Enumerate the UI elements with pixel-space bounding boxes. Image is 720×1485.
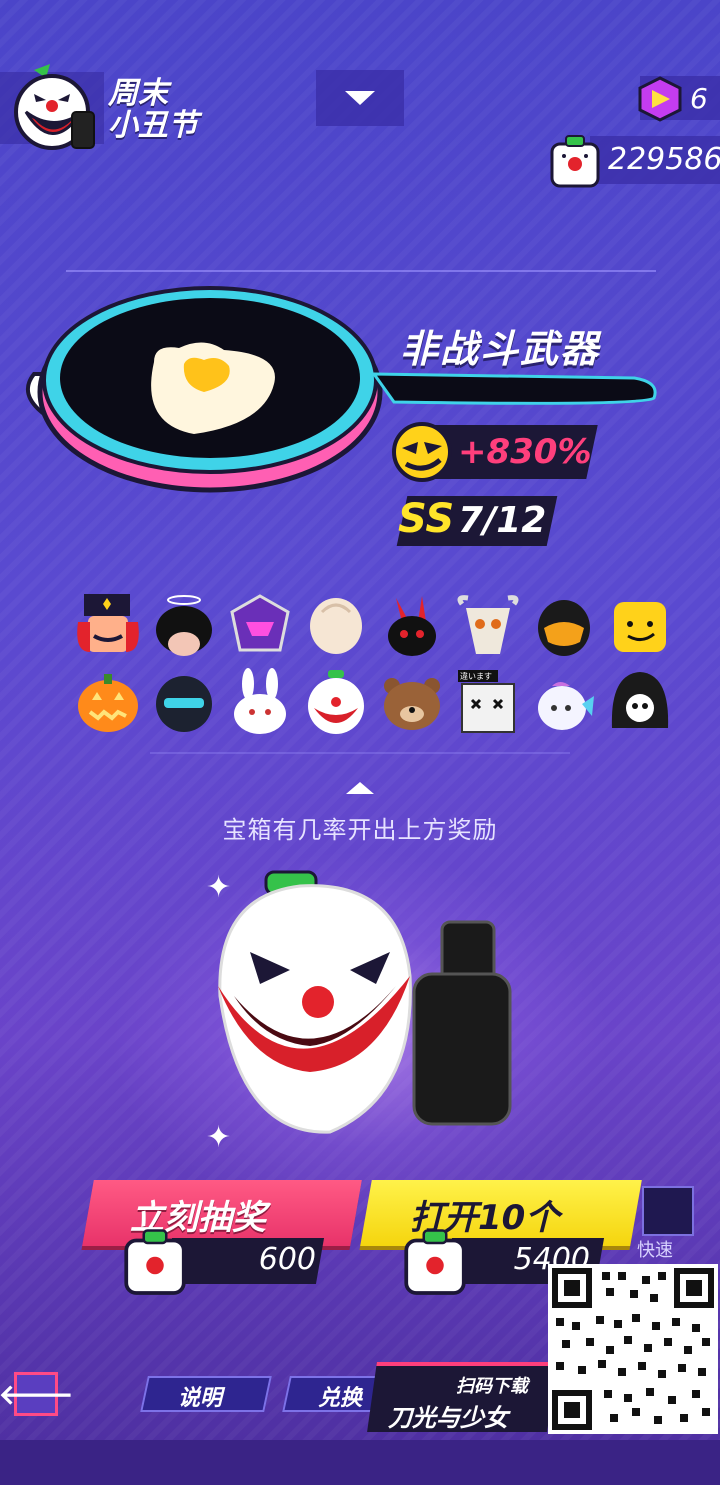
yellow-block-head-icon: [614, 602, 666, 652]
bear-head-icon: [384, 678, 440, 730]
white-bunny-head-icon: [234, 668, 286, 734]
fast-checkbox[interactable]: [642, 1186, 694, 1236]
qr-code[interactable]: [548, 1264, 718, 1434]
coin-count: 229586: [608, 142, 720, 177]
purple-mecha-head-icon: [230, 594, 290, 652]
skull-mask-head-icon: [457, 595, 519, 654]
bottom-band: [0, 1440, 720, 1485]
clown-event-icon: [14, 64, 95, 150]
qr-code-image: [552, 1268, 714, 1430]
rank-label: SS: [398, 496, 455, 542]
black-helmet-head-icon: [538, 600, 590, 656]
nutcracker-head-icon: [77, 594, 139, 652]
back-arrow-icon: 🡐: [0, 1378, 74, 1411]
fast-label: 快速: [637, 1240, 673, 1261]
white-fish-head-icon: [538, 682, 594, 730]
black-bunny-head-icon: [388, 596, 436, 656]
clown-head-icon: [308, 670, 364, 734]
back-button[interactable]: 🡐: [0, 1372, 74, 1416]
purple-gem-icon: [638, 76, 682, 122]
top-divider: [66, 270, 656, 272]
event-title: 周末 小丑节: [108, 76, 198, 143]
clown-token-icon: [404, 1229, 466, 1295]
clown-chest-icon[interactable]: [200, 866, 530, 1156]
clown-token-icon: [124, 1229, 186, 1295]
box-head-label: 違います: [460, 671, 492, 681]
reward-hint: 宝箱有几率开出上方奖励: [222, 816, 498, 844]
exchange-label: 兑换: [318, 1386, 363, 1411]
heads-divider: [150, 752, 570, 754]
blonde-hair-head-icon: [310, 598, 362, 654]
weapon-name: 非战斗武器: [400, 327, 601, 371]
chevron-down-icon: [345, 91, 375, 105]
event-dropdown-button[interactable]: [316, 70, 404, 126]
clown-token-icon: [550, 135, 600, 188]
up-arrow-icon: [346, 782, 374, 794]
promo-game-title: 刀光与少女: [388, 1404, 508, 1432]
angry-face-icon: [392, 422, 452, 482]
knight-helmet-head-icon: [156, 676, 212, 732]
draw-now-cost: 600: [258, 1242, 316, 1277]
reaper-head-icon: [611, 672, 669, 728]
rank-progress: 7/12: [458, 500, 547, 541]
bonus-value: +830%: [458, 432, 592, 472]
gem-count: 6: [690, 82, 708, 115]
black-hair-halo-head-icon: [156, 595, 212, 656]
info-label: 说明: [178, 1386, 223, 1411]
box-head-icon: 違います: [458, 670, 515, 733]
promo-small-text: 扫码下载: [456, 1376, 528, 1397]
pumpkin-head-icon: [78, 674, 138, 732]
background-stripes: [0, 0, 720, 1485]
